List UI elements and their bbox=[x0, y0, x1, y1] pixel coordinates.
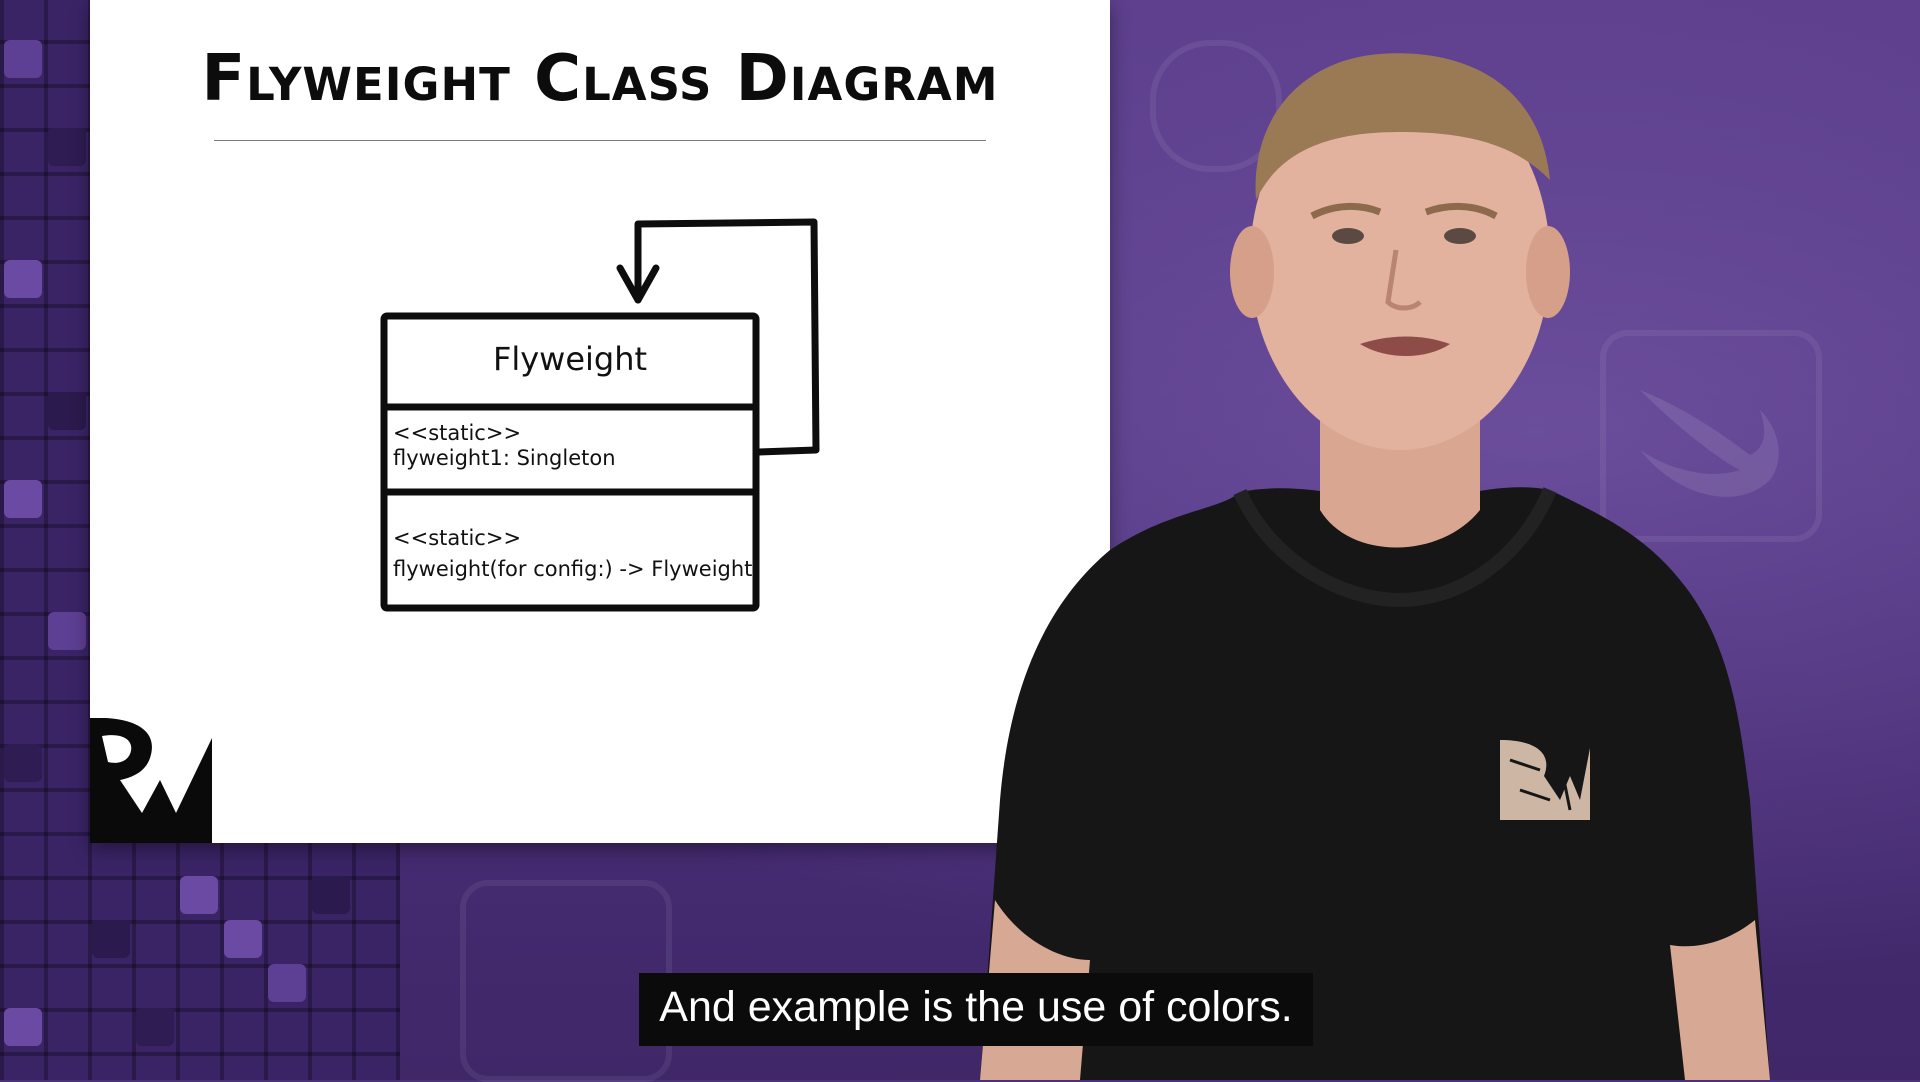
left-ear bbox=[1230, 226, 1274, 318]
uml-class-name: Flyweight bbox=[493, 340, 647, 378]
uml-method-stereotype: <<static>> bbox=[393, 526, 521, 550]
caption-text: And example is the use of colors. bbox=[639, 973, 1313, 1046]
subtitle-caption: And example is the use of colors. bbox=[0, 973, 1920, 1046]
uml-attribute-stereotype: <<static>> bbox=[393, 421, 521, 445]
right-ear bbox=[1526, 226, 1570, 318]
uml-attribute: flyweight1: Singleton bbox=[393, 446, 616, 470]
presenter bbox=[980, 53, 1770, 1080]
raywenderlich-logo bbox=[90, 718, 212, 843]
uml-method: flyweight(for config:) -> Flyweight bbox=[393, 557, 752, 581]
